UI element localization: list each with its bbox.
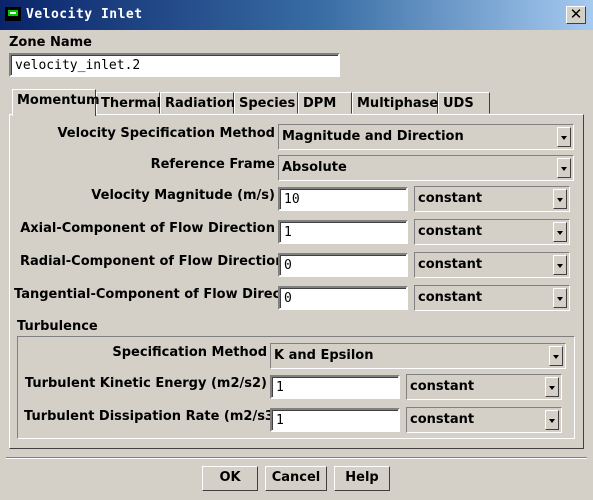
- tab-multiphase[interactable]: Multiphase: [352, 92, 438, 114]
- velocity-spec-method-label: Velocity Specification Method: [57, 126, 275, 141]
- chevron-down-icon[interactable]: [553, 288, 567, 308]
- tke-field[interactable]: 1: [270, 375, 400, 399]
- close-icon[interactable]: ✕: [566, 6, 586, 24]
- velocity-magnitude-profile-dropdown[interactable]: constant: [414, 186, 570, 212]
- chevron-down-icon[interactable]: [545, 377, 559, 397]
- velocity-spec-method-dropdown[interactable]: Magnitude and Direction: [278, 124, 574, 150]
- chevron-down-icon[interactable]: [553, 189, 567, 209]
- tke-profile-value: constant: [410, 379, 475, 394]
- tangential-component-label: Tangential-Component of Flow Direction: [14, 287, 310, 302]
- axial-component-field[interactable]: 1: [278, 220, 408, 244]
- turbulence-spec-method-value: K and Epsilon: [274, 348, 374, 363]
- turbulence-spec-method-label: Specification Method: [112, 345, 267, 360]
- turbulence-spec-method-dropdown[interactable]: K and Epsilon: [270, 343, 566, 369]
- radial-component-label: Radial-Component of Flow Direction: [20, 254, 285, 269]
- tangential-component-profile-dropdown[interactable]: constant: [414, 285, 570, 311]
- tab-species[interactable]: Species: [234, 92, 298, 114]
- tab-thermal[interactable]: Thermal: [96, 92, 161, 114]
- axial-component-label: Axial-Component of Flow Direction: [20, 221, 275, 236]
- chevron-down-icon[interactable]: [545, 410, 559, 430]
- chevron-down-icon[interactable]: [553, 255, 567, 275]
- velocity-magnitude-profile-value: constant: [418, 191, 483, 206]
- chevron-down-icon[interactable]: [553, 222, 567, 242]
- reference-frame-value: Absolute: [282, 160, 347, 175]
- radial-component-field[interactable]: 0: [278, 253, 408, 277]
- window-title: Velocity Inlet: [26, 7, 143, 22]
- reference-frame-dropdown[interactable]: Absolute: [278, 155, 574, 181]
- tangential-component-profile-value: constant: [418, 290, 483, 305]
- tab-momentum[interactable]: Momentum: [12, 89, 100, 116]
- chevron-down-icon[interactable]: [557, 127, 571, 147]
- axial-component-profile-dropdown[interactable]: constant: [414, 219, 570, 245]
- radial-component-profile-value: constant: [418, 257, 483, 272]
- velocity-magnitude-label: Velocity Magnitude (m/s): [91, 188, 275, 203]
- tab-radiation[interactable]: Radiation: [160, 92, 235, 114]
- help-button[interactable]: Help: [334, 466, 390, 491]
- zone-name-label: Zone Name: [9, 35, 92, 50]
- velocity-magnitude-field[interactable]: 10: [278, 187, 408, 211]
- tdr-field[interactable]: 1: [270, 408, 400, 432]
- tangential-component-field[interactable]: 0: [278, 286, 408, 310]
- tke-profile-dropdown[interactable]: constant: [406, 374, 562, 400]
- turbulence-group-label: Turbulence: [17, 319, 98, 334]
- chevron-down-icon[interactable]: [557, 158, 571, 178]
- reference-frame-label: Reference Frame: [150, 157, 275, 172]
- tab-dpm[interactable]: DPM: [298, 92, 352, 114]
- chevron-down-icon[interactable]: [549, 346, 563, 366]
- radial-component-profile-dropdown[interactable]: constant: [414, 252, 570, 278]
- tdr-profile-value: constant: [410, 412, 475, 427]
- tke-label: Turbulent Kinetic Energy (m2/s2): [24, 376, 267, 391]
- tdr-label: Turbulent Dissipation Rate (m2/s3): [24, 409, 280, 424]
- velocity-spec-method-value: Magnitude and Direction: [282, 129, 464, 144]
- footer-divider: [6, 457, 587, 459]
- zone-name-field[interactable]: velocity_inlet.2: [9, 53, 340, 77]
- app-icon: [5, 7, 21, 21]
- ok-button[interactable]: OK: [202, 466, 258, 491]
- tab-uds[interactable]: UDS: [438, 92, 490, 114]
- cancel-button[interactable]: Cancel: [265, 466, 327, 491]
- tdr-profile-dropdown[interactable]: constant: [406, 407, 562, 433]
- title-bar[interactable]: Velocity Inlet ✕: [0, 0, 593, 30]
- axial-component-profile-value: constant: [418, 224, 483, 239]
